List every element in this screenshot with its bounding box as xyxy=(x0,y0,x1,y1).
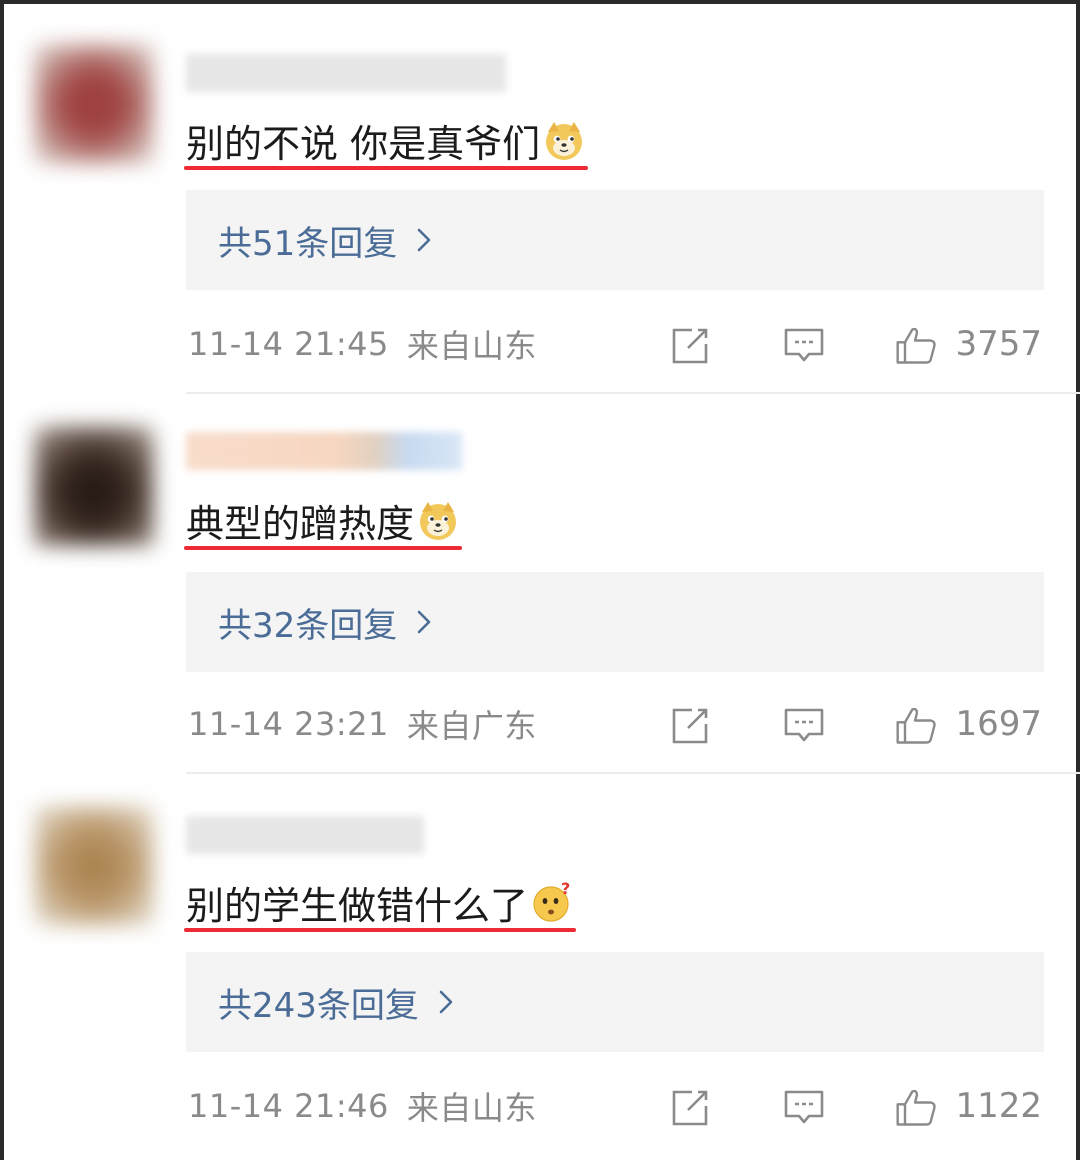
meta-text: 11-14 21:46 来自山东 xyxy=(188,1076,537,1136)
divider xyxy=(186,392,1080,394)
username-blurred[interactable] xyxy=(186,432,462,470)
comment-text: 典型的蹭热度 xyxy=(184,490,463,550)
reply-box[interactable]: 共32条回复 xyxy=(186,572,1044,672)
like-thumb-icon[interactable] xyxy=(894,704,942,748)
comment-text: 别的学生做错什么了 ? xyxy=(184,872,577,932)
avatar[interactable] xyxy=(34,426,154,546)
chevron-right-icon xyxy=(415,227,433,253)
comment-location: 来自山东 xyxy=(406,1089,537,1127)
replies-count-label: 共51条回复 xyxy=(218,223,398,264)
divider xyxy=(186,772,1080,774)
comment-bubble-icon[interactable] xyxy=(782,704,826,748)
share-icon[interactable] xyxy=(668,324,712,368)
doge-emoji-icon xyxy=(416,498,460,542)
like-count: 3757 xyxy=(955,324,1042,364)
reply-box[interactable]: 共51条回复 xyxy=(186,190,1044,290)
share-icon[interactable] xyxy=(668,1086,712,1130)
red-underline xyxy=(184,165,589,170)
chevron-right-icon xyxy=(437,989,455,1015)
comment-location: 来自山东 xyxy=(406,327,537,365)
comment-bubble-icon[interactable] xyxy=(782,324,826,368)
view-replies-link[interactable]: 共243条回复 xyxy=(218,952,455,1052)
chevron-right-icon xyxy=(415,609,433,635)
username-blurred[interactable] xyxy=(186,816,424,854)
share-icon[interactable] xyxy=(668,704,712,748)
red-underline xyxy=(184,927,577,932)
svg-text:?: ? xyxy=(561,880,570,898)
question-face-emoji-icon: ? xyxy=(530,880,574,924)
comment-text-content: 别的不说 你是真爷们 xyxy=(186,121,541,166)
like-thumb-icon[interactable] xyxy=(894,1086,942,1130)
comment-datetime: 11-14 21:45 xyxy=(188,325,389,363)
avatar[interactable] xyxy=(34,44,154,164)
comment-datetime: 11-14 21:46 xyxy=(188,1087,389,1125)
comment-datetime: 11-14 23:21 xyxy=(188,705,389,743)
replies-count-label: 共32条回复 xyxy=(218,605,398,646)
comment-bubble-icon[interactable] xyxy=(782,1086,826,1130)
meta-text: 11-14 21:45 来自山东 xyxy=(188,314,537,374)
avatar[interactable] xyxy=(34,806,154,926)
comment-text-content: 别的学生做错什么了 xyxy=(186,883,529,928)
red-underline xyxy=(184,545,463,550)
reply-box[interactable]: 共243条回复 xyxy=(186,952,1044,1052)
comment-text-content: 典型的蹭热度 xyxy=(186,501,415,546)
view-replies-link[interactable]: 共32条回复 xyxy=(218,572,433,672)
meta-text: 11-14 23:21 来自广东 xyxy=(188,694,537,754)
replies-count-label: 共243条回复 xyxy=(218,985,419,1026)
comment-location: 来自广东 xyxy=(406,707,537,745)
like-count: 1697 xyxy=(955,704,1042,744)
comment-meta: 11-14 23:21 来自广东 1697 xyxy=(186,694,1044,754)
comment-text: 别的不说 你是真爷们 xyxy=(184,110,589,170)
view-replies-link[interactable]: 共51条回复 xyxy=(218,190,433,290)
username-blurred[interactable] xyxy=(186,54,506,92)
comment-meta: 11-14 21:45 来自山东 3757 xyxy=(186,314,1044,374)
like-count: 1122 xyxy=(955,1086,1042,1126)
like-thumb-icon[interactable] xyxy=(894,324,942,368)
comment-meta: 11-14 21:46 来自山东 1122 xyxy=(186,1076,1044,1136)
doge-emoji-icon xyxy=(542,118,586,162)
